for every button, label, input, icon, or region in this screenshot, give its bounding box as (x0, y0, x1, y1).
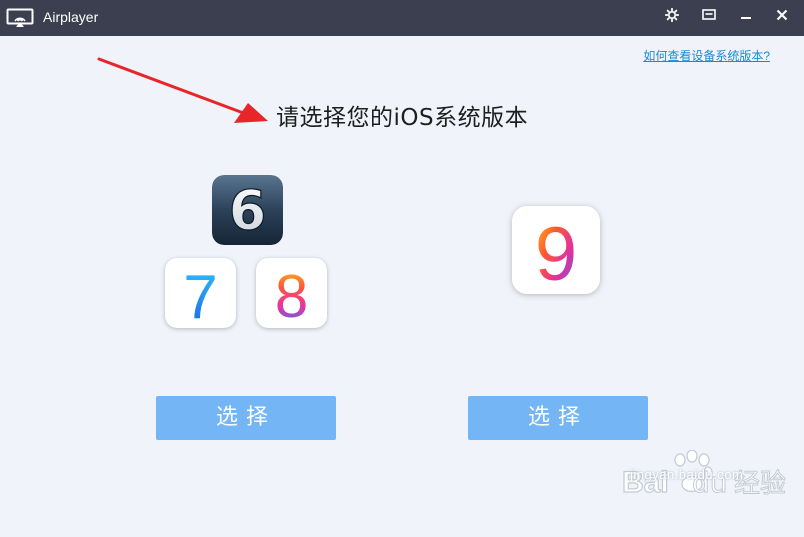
annotation-arrow-icon (97, 57, 268, 123)
ios8-icon: 8 (256, 258, 327, 328)
ios8-glyph: 8 (275, 263, 308, 328)
watermark-url: jingyan.baidu.com (630, 467, 744, 482)
close-icon (776, 9, 788, 21)
help-version-link[interactable]: 如何查看设备系统版本? (643, 47, 770, 64)
ios6-glyph: 6 (229, 179, 267, 242)
minimize-button[interactable] (733, 4, 759, 26)
select-ios678-button[interactable]: 选择 (156, 396, 336, 440)
page-heading: 请选择您的iOS系统版本 (276, 105, 529, 131)
ios6-icon: 6 (212, 175, 283, 245)
title-bar: Airplayer (0, 0, 804, 36)
select-ios9-button[interactable]: 选择 (468, 396, 648, 440)
ios7-glyph: 7 (183, 263, 217, 328)
airplay-monitor-icon (6, 8, 34, 27)
close-button[interactable] (769, 4, 795, 26)
minimize-icon (741, 17, 751, 19)
window-title: Airplayer (43, 9, 99, 25)
ios9-glyph: 9 (535, 212, 577, 294)
ios7-icon: 7 (165, 258, 236, 328)
content-area: 如何查看设备系统版本? 请选择您的iOS系统版本 6 7 8 9 选择 选择 B… (0, 36, 804, 537)
baidu-watermark: Bai du 经验 (622, 450, 787, 500)
settings-button[interactable] (659, 4, 685, 26)
minimize-to-tray-button[interactable] (696, 4, 722, 26)
settings-icon (665, 8, 679, 22)
minimize-to-tray-icon (702, 9, 716, 20)
ios9-icon: 9 (512, 206, 600, 294)
